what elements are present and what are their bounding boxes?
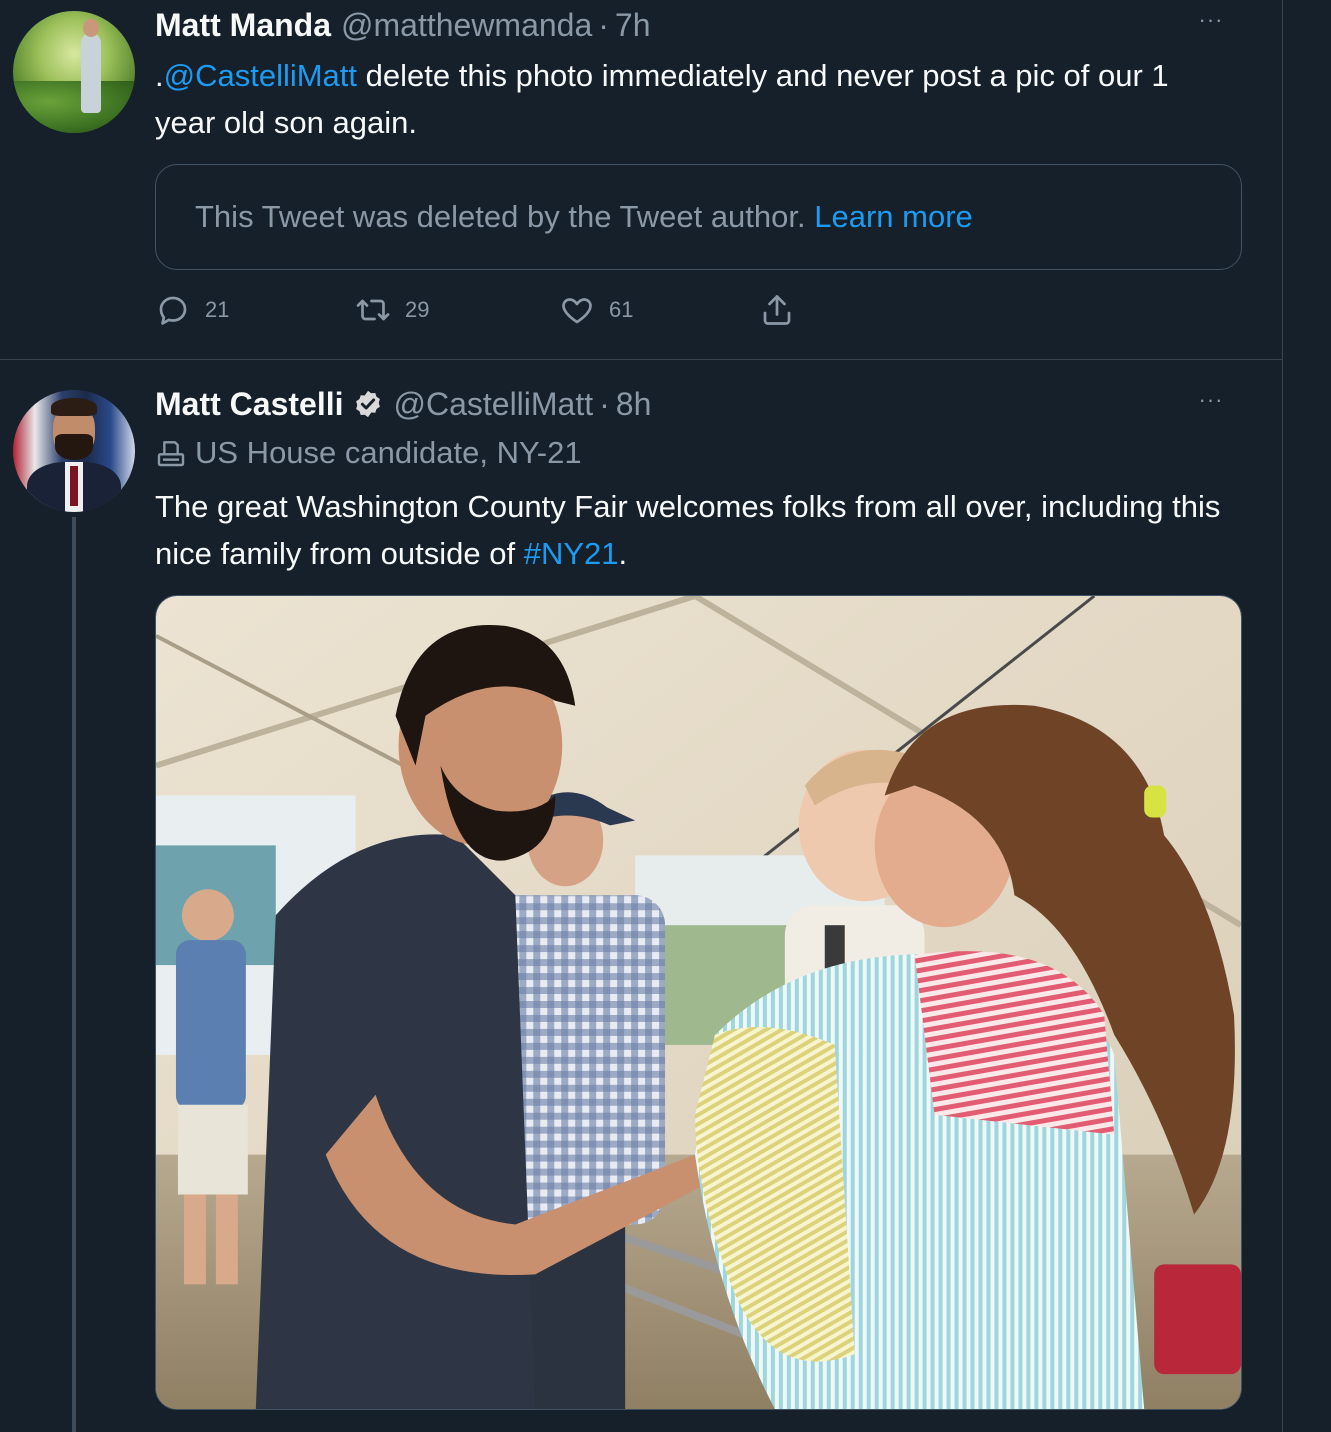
tweet-text: The great Washington County Fair welcome…	[155, 483, 1225, 577]
text-prefix: .	[155, 58, 164, 93]
author-name[interactable]: Matt Castelli	[155, 386, 343, 423]
more-options-icon[interactable]: ···	[1194, 389, 1228, 418]
mention-link[interactable]: @CastelliMatt	[164, 58, 357, 93]
author-handle[interactable]: @CastelliMatt	[393, 386, 593, 423]
tweet-text: .@CastelliMatt delete this photo immedia…	[155, 52, 1225, 146]
thread-line	[72, 517, 76, 1432]
deleted-message: This Tweet was deleted by the Tweet auth…	[195, 199, 806, 234]
timestamp[interactable]: 7h	[615, 7, 651, 44]
timestamp[interactable]: 8h	[616, 386, 652, 423]
more-options-icon[interactable]: ···	[1194, 9, 1228, 38]
separator: ·	[599, 385, 610, 422]
ballot-box-icon	[157, 441, 185, 467]
tweet-header: Matt Castelli @CastelliMatt · 8h	[155, 384, 651, 424]
candidate-label-text: US House candidate, NY-21	[195, 435, 582, 470]
tweet-reply[interactable]: Matt Manda @matthewmanda · 7h ··· .@Cast…	[0, 0, 1282, 360]
like-button[interactable]: 61	[559, 288, 633, 332]
author-name[interactable]: Matt Manda	[155, 7, 331, 44]
like-icon	[562, 298, 592, 324]
tweet-photo[interactable]	[155, 595, 1242, 1410]
deleted-tweet-notice: This Tweet was deleted by the Tweet auth…	[155, 164, 1242, 270]
candidate-label: US House candidate, NY-21	[155, 432, 582, 474]
text-main: The great Washington County Fair welcome…	[155, 489, 1221, 571]
retweet-icon	[356, 299, 390, 321]
text-end: .	[618, 536, 628, 571]
author-handle[interactable]: @matthewmanda	[341, 7, 592, 44]
learn-more-link[interactable]: Learn more	[814, 199, 973, 235]
avatar[interactable]	[13, 11, 135, 133]
tweet-header: Matt Manda @matthewmanda · 7h	[155, 5, 651, 45]
avatar[interactable]	[13, 390, 135, 512]
verified-badge-icon	[356, 390, 381, 418]
reply-count: 21	[205, 297, 230, 322]
separator: ·	[598, 6, 609, 43]
share-button[interactable]	[759, 288, 795, 332]
like-count: 61	[609, 297, 634, 322]
action-bar: 21 29 61	[155, 288, 815, 332]
hashtag-link[interactable]: #NY21	[524, 536, 619, 571]
retweet-count: 29	[405, 297, 430, 322]
reply-button[interactable]: 21	[155, 288, 229, 332]
retweet-button[interactable]: 29	[355, 288, 429, 332]
reply-icon	[159, 296, 187, 325]
timeline: Matt Manda @matthewmanda · 7h ··· .@Cast…	[0, 0, 1283, 1432]
share-icon	[763, 295, 791, 325]
photo-image	[156, 596, 1241, 1409]
